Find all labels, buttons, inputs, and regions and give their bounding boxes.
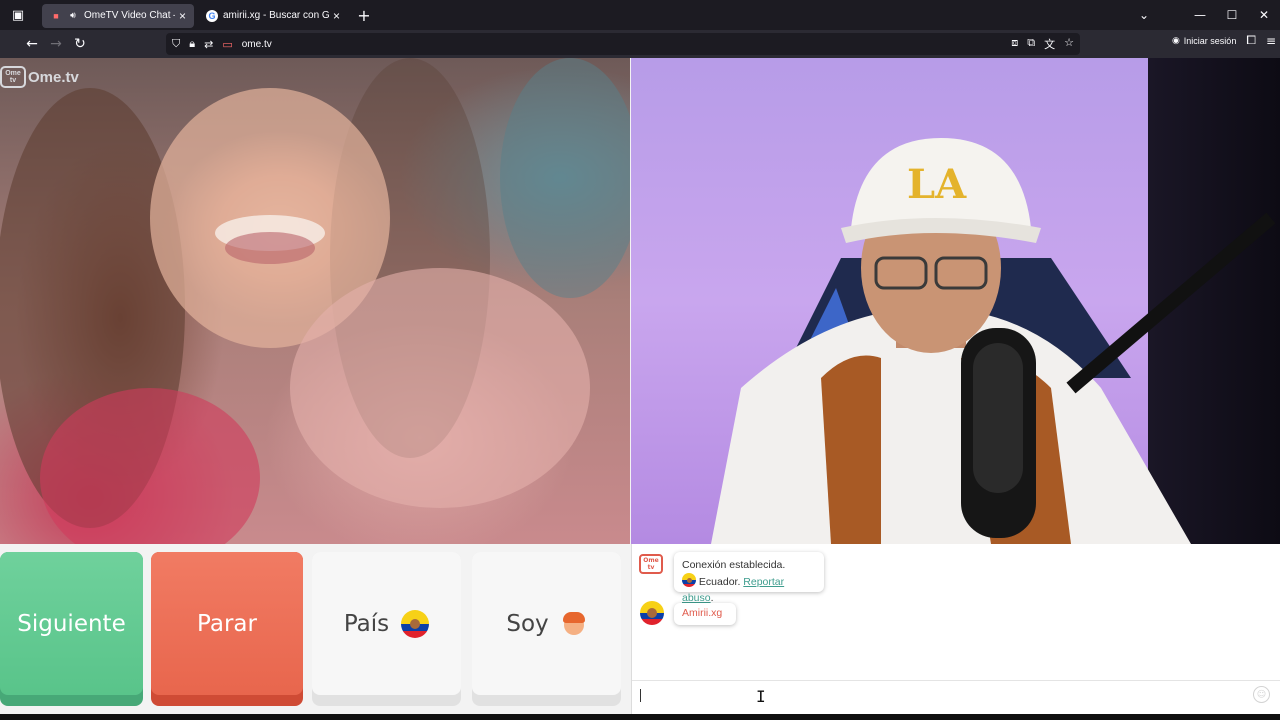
url-text[interactable]: ome.tv	[242, 39, 272, 50]
ometv-logo[interactable]: Ome tv Ome.tv	[0, 66, 79, 88]
plus-icon[interactable]: +	[350, 3, 378, 27]
stop-label: Parar	[197, 610, 257, 637]
country-button[interactable]: País	[312, 552, 461, 706]
system-message: Conexión establecida. Ecuador. Reportar …	[674, 552, 824, 604]
back-icon[interactable]: ←	[20, 32, 44, 56]
ecuador-flag-icon	[401, 609, 430, 638]
tab-google[interactable]: G amirii.xg - Buscar con Google ×	[198, 4, 348, 28]
google-icon: G	[206, 9, 218, 22]
stranger-video: Ome tv Ome.tv	[0, 58, 630, 544]
control-panel: Siguiente Parar País Soy	[0, 552, 630, 708]
stranger-country: Ecuador.	[698, 576, 741, 588]
sidebar-icon[interactable]: ▏	[0, 32, 9, 56]
svg-text:LA: LA	[907, 161, 967, 208]
gender-button[interactable]: Soy	[472, 552, 621, 706]
pip-icon[interactable]: ⧉	[1027, 36, 1035, 52]
tab-list-icon[interactable]: ▣	[0, 0, 36, 30]
tab-title: OmeTV Video Chat — OmeTV	[84, 10, 175, 21]
chevron-down-icon[interactable]: ⌄	[1128, 8, 1160, 22]
lock-icon[interactable]: 🔒︎	[189, 37, 195, 51]
emoji-icon[interactable]: ☺	[1253, 686, 1270, 703]
audio-icon[interactable]: 🔊︎	[67, 10, 79, 22]
next-button[interactable]: Siguiente	[0, 552, 143, 706]
reload-icon[interactable]: ↻	[68, 32, 92, 56]
gender-label: Soy	[506, 610, 549, 637]
account-icon: ◉	[1171, 35, 1180, 45]
next-label: Siguiente	[17, 610, 126, 637]
tab-title: amirii.xg - Buscar con Google	[223, 10, 329, 21]
text-caret	[640, 689, 641, 702]
connection-status: Conexión establecida.	[682, 559, 786, 571]
window-controls: ⌄ — ☐ ✕	[1128, 0, 1280, 30]
forward-icon[interactable]: →	[44, 32, 68, 56]
bottom-strip	[0, 714, 1280, 720]
chat-input[interactable]: I ☺	[632, 680, 1280, 708]
tab-ometv[interactable]: ■ 🔊︎ OmeTV Video Chat — OmeTV ×	[42, 3, 194, 28]
self-video-frame: LA	[711, 138, 1276, 544]
close-icon[interactable]: ×	[333, 9, 340, 23]
ometv-favicon-icon: ■	[53, 10, 59, 21]
screenshot-icon[interactable]: ⧈	[1011, 36, 1018, 52]
mouse-ibeam-cursor: I	[756, 687, 766, 706]
ometv-logo-text: Ome.tv	[28, 68, 79, 86]
chat-panel: Ome tv Conexión establecida. Ecuador. Re…	[631, 544, 1280, 714]
tab-bar: ▣ ■ 🔊︎ OmeTV Video Chat — OmeTV × G amir…	[0, 0, 1280, 30]
boy-icon	[561, 611, 587, 637]
maximize-icon[interactable]: ☐	[1216, 8, 1248, 22]
menu-icon[interactable]: ≡	[1266, 34, 1276, 48]
close-window-icon[interactable]: ✕	[1248, 8, 1280, 22]
extensions-icon[interactable]: ⧠	[1246, 33, 1256, 48]
ometv-system-icon: Ome tv	[639, 554, 663, 574]
country-line: Ecuador. Reportar abuso.	[682, 573, 816, 606]
self-video: LA	[631, 58, 1280, 544]
stop-button[interactable]: Parar	[151, 552, 303, 706]
nav-bar: ▏ ← → ↻ ⛉ 🔒︎ ⇄ ▭ ome.tv ⧈ ⧉ 文 ☆ ◉ Inicia…	[0, 30, 1280, 58]
minimize-icon[interactable]: —	[1184, 8, 1216, 22]
camera-permission-icon[interactable]: ▭	[222, 38, 232, 51]
peer-message: Amirii.xg	[674, 603, 736, 625]
ometv-logo-badge: Ome tv	[0, 66, 26, 88]
translate-icon[interactable]: 文	[1044, 36, 1055, 52]
bookmark-star-icon[interactable]: ☆	[1064, 36, 1074, 52]
ecuador-flag-icon	[640, 601, 664, 625]
ecuador-flag-icon	[682, 573, 696, 587]
peer-avatar	[640, 601, 664, 629]
ometv-page: Ome tv Ome.tv LA Siguiente Parar País So…	[0, 58, 1280, 714]
permissions-icon[interactable]: ⇄	[204, 38, 213, 51]
signin-button[interactable]: ◉ Iniciar sesión	[1172, 35, 1236, 46]
stranger-video-frame	[0, 58, 630, 544]
close-icon[interactable]: ×	[179, 9, 186, 23]
url-bar[interactable]: ⛉ 🔒︎ ⇄ ▭ ome.tv ⧈ ⧉ 文 ☆	[166, 33, 1080, 55]
country-label: País	[343, 610, 390, 637]
signin-label: Iniciar sesión	[1183, 35, 1237, 46]
shield-icon[interactable]: ⛉	[172, 37, 180, 51]
